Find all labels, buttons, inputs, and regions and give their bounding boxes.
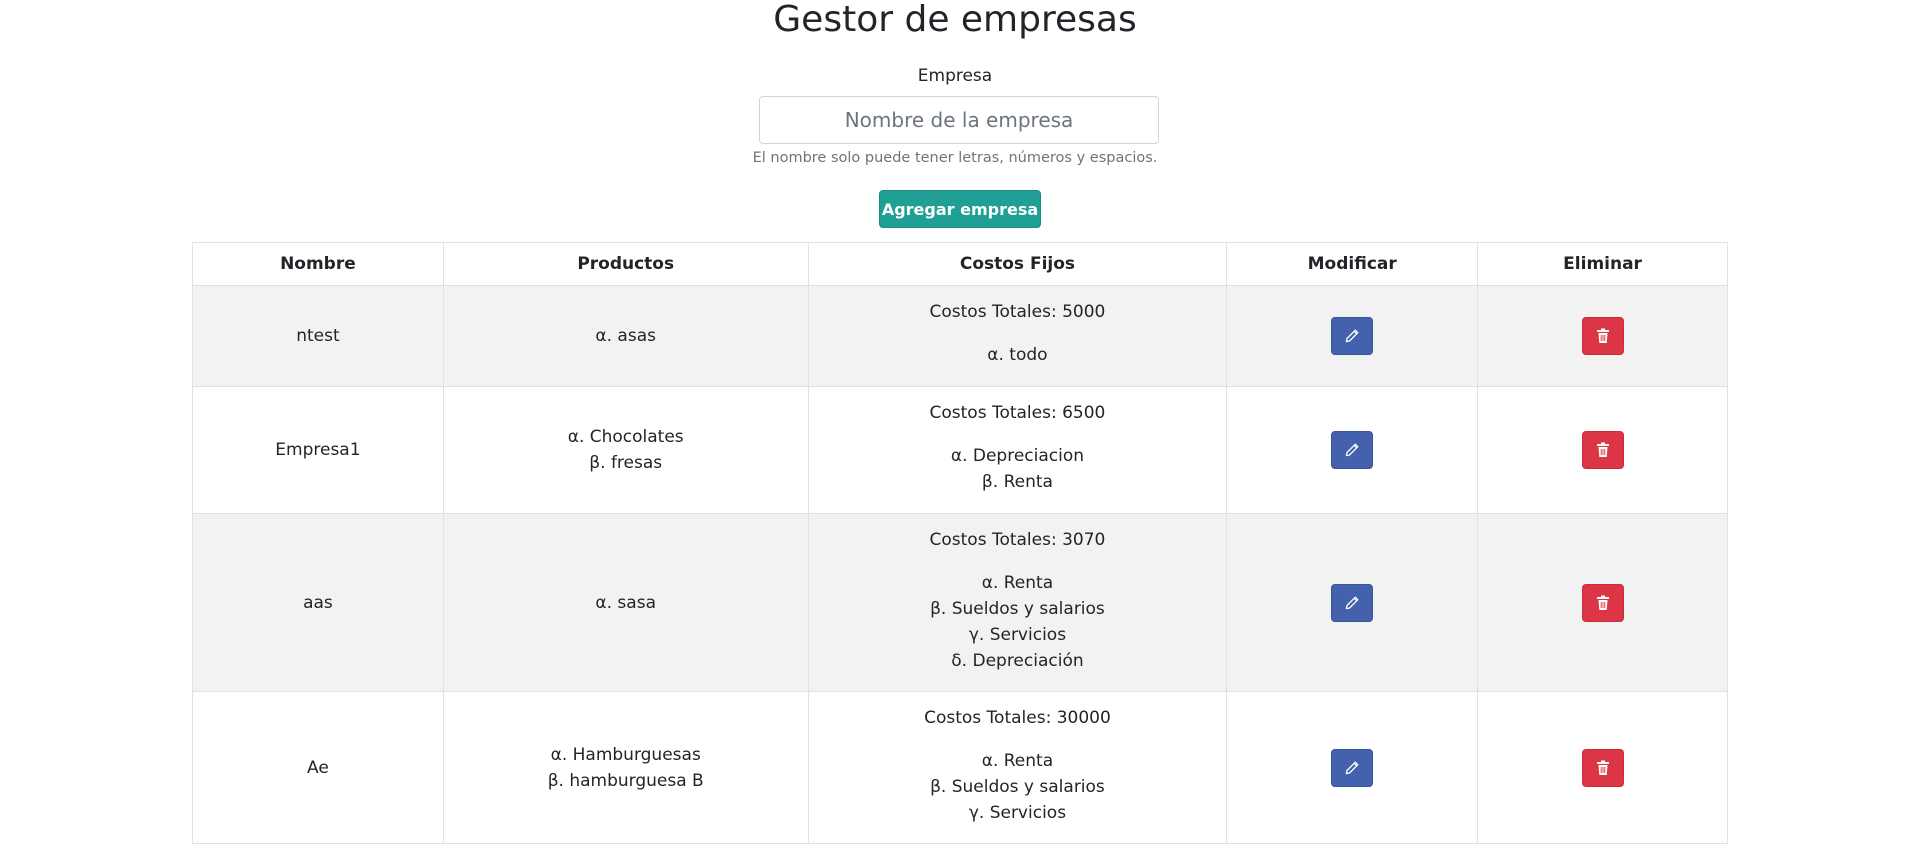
pencil-icon — [1344, 442, 1360, 458]
edit-button[interactable] — [1331, 431, 1374, 469]
total-costs: Costos Totales: 6500 — [929, 403, 1106, 423]
product-item: α. asas — [595, 326, 656, 346]
trash-icon — [1596, 442, 1610, 458]
product-item: β. fresas — [589, 453, 663, 473]
product-item: α. Hamburguesas — [550, 744, 701, 765]
table-row: aas α. sasa Costos Totales: 3070 α. Rent… — [192, 513, 1728, 692]
fixed-costs-cell: Costos Totales: 6500 α. Depreciacion β. … — [807, 386, 1228, 514]
table-row: ntest α. asas Costos Totales: 5000 α. to… — [192, 285, 1728, 387]
fixed-costs-cell: Costos Totales: 30000 α. Renta β. Sueldo… — [807, 691, 1228, 844]
delete-button[interactable] — [1581, 748, 1624, 787]
table-row: Empresa1 α. Chocolates β. fresas Costos … — [192, 386, 1728, 514]
trash-icon — [1596, 760, 1610, 776]
edit-button[interactable] — [1331, 317, 1374, 355]
pencil-icon — [1344, 760, 1360, 776]
cost-item: α. Renta — [981, 750, 1054, 771]
cost-item: α. Depreciacion — [950, 446, 1085, 466]
delete-cell — [1477, 691, 1728, 844]
cost-item: α. Renta — [981, 572, 1054, 593]
company-name-cell: Ae — [192, 691, 444, 844]
products-cell: α. asas — [442, 285, 809, 387]
delete-button[interactable] — [1581, 317, 1624, 355]
cost-item: γ. Servicios — [968, 624, 1067, 645]
delete-cell — [1477, 285, 1728, 387]
companies-table: Nombre Productos Costos Fijos Modificar … — [192, 242, 1728, 844]
total-costs: Costos Totales: 5000 — [929, 302, 1106, 322]
company-name-help-text: El nombre solo puede tener letras, númer… — [752, 150, 1158, 166]
total-costs: Costos Totales: 30000 — [924, 707, 1111, 728]
pencil-icon — [1344, 595, 1360, 611]
products-cell: α. Chocolates β. fresas — [442, 386, 809, 514]
header-productos: Productos — [442, 242, 809, 286]
header-nombre: Nombre — [192, 242, 444, 286]
company-field-label: Empresa — [917, 66, 993, 86]
cost-item: β. Sueldos y salarios — [930, 598, 1105, 619]
fixed-costs-cell: Costos Totales: 5000 α. todo — [807, 285, 1228, 387]
edit-cell — [1226, 285, 1479, 387]
product-item: α. sasa — [595, 592, 656, 613]
total-costs: Costos Totales: 3070 — [929, 529, 1106, 550]
header-modificar: Modificar — [1226, 242, 1479, 286]
product-item: α. Chocolates — [567, 427, 684, 447]
delete-button[interactable] — [1581, 431, 1624, 469]
add-company-button[interactable]: Agregar empresa — [879, 190, 1041, 228]
edit-button[interactable] — [1331, 748, 1374, 787]
table-header-row: Nombre Productos Costos Fijos Modificar … — [192, 242, 1728, 286]
header-costos-fijos: Costos Fijos — [807, 242, 1228, 286]
company-name-input[interactable] — [759, 96, 1159, 144]
cost-item: β. Renta — [981, 472, 1053, 492]
delete-cell — [1477, 513, 1728, 692]
products-cell: α. sasa — [442, 513, 809, 692]
delete-cell — [1477, 386, 1728, 514]
products-cell: α. Hamburguesas β. hamburguesa B — [442, 691, 809, 844]
cost-item: α. todo — [987, 345, 1048, 365]
edit-button[interactable] — [1331, 583, 1374, 622]
cost-item: γ. Servicios — [968, 802, 1067, 823]
header-eliminar: Eliminar — [1477, 242, 1728, 286]
trash-icon — [1596, 328, 1610, 344]
company-name-cell: Empresa1 — [192, 386, 444, 514]
edit-cell — [1226, 691, 1479, 844]
cost-item: β. Sueldos y salarios — [930, 776, 1105, 797]
company-name-cell: ntest — [192, 285, 444, 387]
product-item: β. hamburguesa B — [547, 770, 704, 791]
pencil-icon — [1344, 328, 1360, 344]
cost-item: δ. Depreciación — [951, 650, 1084, 671]
trash-icon — [1596, 595, 1610, 611]
delete-button[interactable] — [1581, 583, 1624, 622]
company-name-cell: aas — [192, 513, 444, 692]
table-row: Ae α. Hamburguesas β. hamburguesa B Cost… — [192, 691, 1728, 844]
page-title: Gestor de empresas — [773, 0, 1137, 40]
edit-cell — [1226, 513, 1479, 692]
fixed-costs-cell: Costos Totales: 3070 α. Renta β. Sueldos… — [807, 513, 1228, 692]
edit-cell — [1226, 386, 1479, 514]
